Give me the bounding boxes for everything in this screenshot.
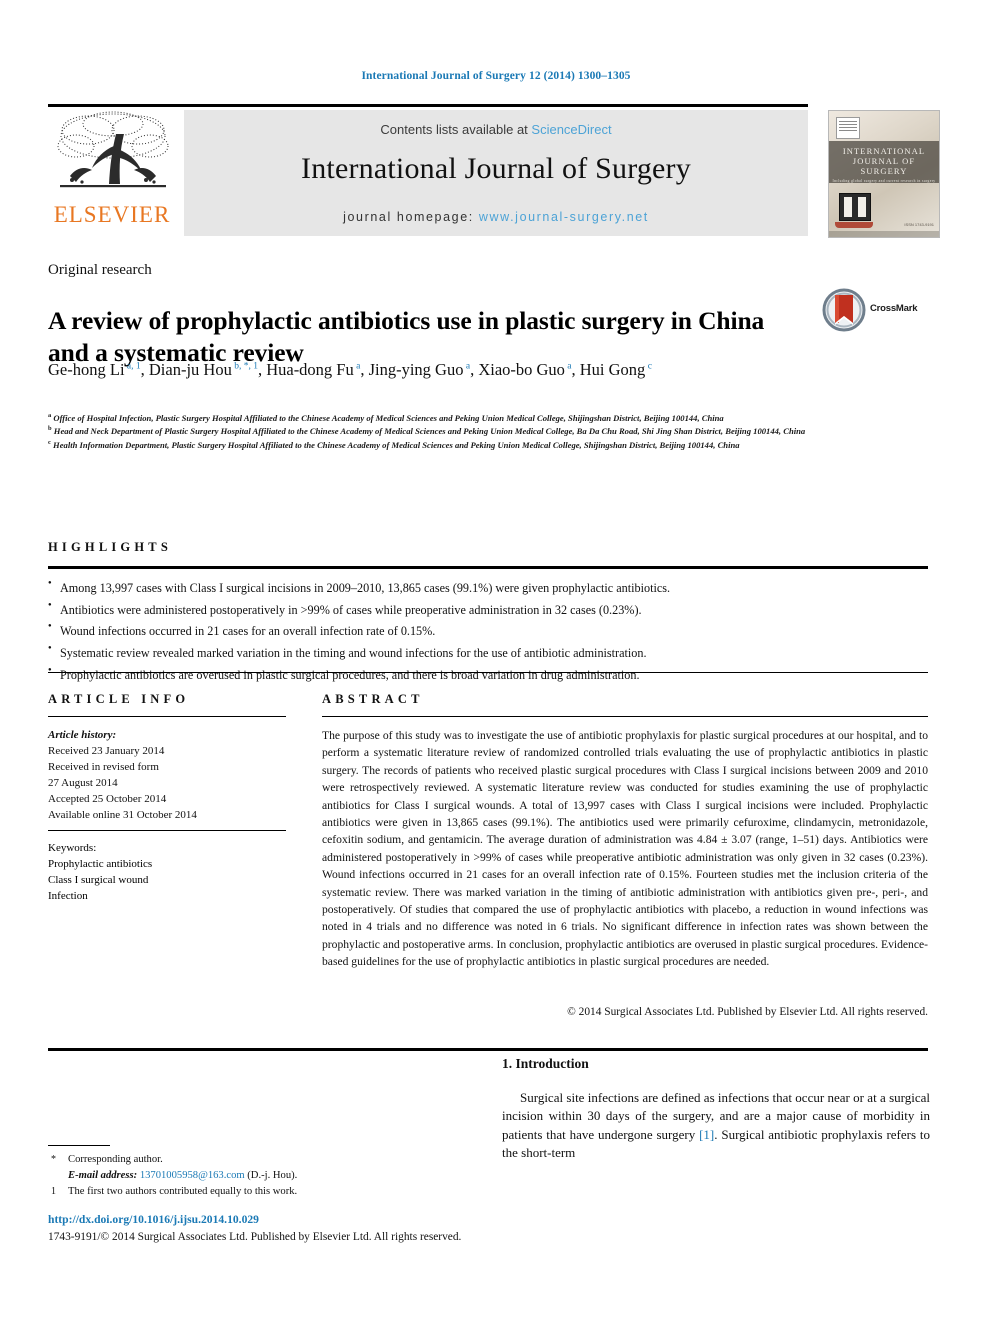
cover-ribbon-icon <box>835 222 873 228</box>
keywords-rule <box>48 830 286 831</box>
affiliation: b Head and Neck Department of Plastic Su… <box>48 425 806 437</box>
article-history-line: Received in revised form <box>48 761 159 774</box>
author-affiliation-mark: a <box>353 361 361 372</box>
journal-homepage-link[interactable]: www.journal-surgery.net <box>479 210 649 224</box>
reference-link-1[interactable]: [1] <box>699 1127 714 1142</box>
keyword: Prophylactic antibiotics <box>48 858 153 871</box>
doi-link[interactable]: http://dx.doi.org/10.1016/j.ijsu.2014.10… <box>48 1213 259 1226</box>
elsevier-logo: ELSEVIER <box>48 110 176 236</box>
article-history-block: Article history: Received 23 January 201… <box>48 727 286 823</box>
abstract-text: The purpose of this study was to investi… <box>322 729 928 969</box>
affiliation-list: a Office of Hospital Infection, Plastic … <box>48 412 928 452</box>
cover-subtitle: Including global surgery and current res… <box>832 179 936 183</box>
author-affiliation-mark: a, 1 <box>124 361 141 372</box>
cover-title-line2: JOURNAL OF SURGERY <box>852 156 916 176</box>
journal-header-box: Contents lists available at ScienceDirec… <box>184 110 808 236</box>
keyword: Class I surgical wound <box>48 874 149 887</box>
introduction-paragraph: Surgical site infections are defined as … <box>502 1089 930 1163</box>
cover-logo-box <box>836 117 860 139</box>
author-name: Ge-hong Li <box>48 360 125 379</box>
cover-bottom-strip <box>829 231 939 237</box>
article-history-line: Available online 31 October 2014 <box>48 809 197 822</box>
affiliation: c Health Information Department, Plastic… <box>48 438 740 450</box>
footnote-block: * Corresponding author. E-mail address: … <box>48 1152 478 1200</box>
contents-available-line: Contents lists available at ScienceDirec… <box>184 122 808 137</box>
crossmark-label: CrossMark <box>870 303 918 314</box>
article-history-line: Accepted 25 October 2014 <box>48 793 167 806</box>
abstract-heading: ABSTRACT <box>322 692 424 706</box>
highlight-item: Systematic review revealed marked variat… <box>48 643 928 665</box>
author-affiliation-mark: a <box>564 361 572 372</box>
cover-title-band: INTERNATIONAL JOURNAL OF SURGERY Includi… <box>829 141 939 183</box>
highlights-bottom-rule <box>48 672 928 673</box>
elsevier-wordmark: ELSEVIER <box>53 202 171 227</box>
article-history-lines: Received 23 January 2014 Received in revi… <box>48 743 286 823</box>
equal-contribution-mark: 1 <box>51 1185 56 1197</box>
abstract-rule <box>322 716 928 717</box>
highlight-item: Antibiotics were administered postoperat… <box>48 600 928 622</box>
keyword: Infection <box>48 890 88 903</box>
highlights-heading: HIGHLIGHTS <box>48 540 172 554</box>
contents-prefix: Contents lists available at <box>380 122 532 137</box>
paper-page: International Journal of Surgery 12 (201… <box>0 0 992 1323</box>
affiliation: a Office of Hospital Infection, Plastic … <box>48 412 724 423</box>
footnote-rule <box>48 1145 110 1146</box>
keywords-heading: Keywords: <box>48 842 97 854</box>
affiliation-mark: a <box>48 412 52 420</box>
author-name: Dian-ju Hou <box>148 360 232 379</box>
article-history-line: 27 August 2014 <box>48 777 118 790</box>
journal-masthead: ELSEVIER Contents lists available at Sci… <box>48 104 944 238</box>
author-name: Jing-ying Guo <box>368 360 464 379</box>
corresponding-author-text: Corresponding author. <box>68 1154 163 1165</box>
highlight-item: Among 13,997 cases with Class I surgical… <box>48 578 928 600</box>
highlights-top-rule <box>48 566 928 569</box>
article-history-line: Received 23 January 2014 <box>48 745 165 758</box>
running-head: International Journal of Surgery 12 (201… <box>361 70 631 82</box>
keywords-block: Keywords: Prophylactic antibiotics Class … <box>48 840 286 904</box>
cover-title-line1: INTERNATIONAL <box>842 146 926 156</box>
copyright-line: © 2014 Surgical Associates Ltd. Publishe… <box>567 1006 928 1018</box>
author-affiliation-mark: a <box>463 361 471 372</box>
article-history-heading: Article history: <box>48 729 117 741</box>
author-affiliation-mark: c <box>645 361 652 372</box>
masthead-top-rule <box>48 104 808 107</box>
homepage-prefix: journal homepage: <box>343 210 479 224</box>
article-info-heading: ARTICLE INFO <box>48 692 190 706</box>
cover-crest-icon <box>839 193 871 221</box>
equal-contribution-footnote: 1 The first two authors contributed equa… <box>48 1184 478 1200</box>
highlight-item: Wound infections occurred in 21 cases fo… <box>48 621 928 643</box>
keywords-lines: Prophylactic antibiotics Class I surgical… <box>48 856 286 904</box>
email-link[interactable]: 13701005958@163.com <box>140 1170 245 1181</box>
equal-contribution-text: The first two authors contributed equall… <box>68 1185 298 1197</box>
email-label: E-mail address: <box>68 1169 138 1181</box>
author-name: Xiao-bo Guo <box>478 360 565 379</box>
sciencedirect-link[interactable]: ScienceDirect <box>531 122 611 137</box>
crossmark-badge[interactable]: CrossMark <box>822 288 930 336</box>
article-type: Original research <box>48 262 152 278</box>
highlight-item: Prophylactic antibiotics are overused in… <box>48 665 928 687</box>
affiliation-mark: c <box>48 438 51 446</box>
introduction-heading: 1. Introduction <box>502 1056 589 1071</box>
body-top-rule <box>48 1048 928 1051</box>
issn-copyright-line: 1743-9191/© 2014 Surgical Associates Ltd… <box>48 1231 462 1243</box>
author-list: Ge-hong Li a, 1, Dian-ju Hou b, *, 1, Hu… <box>48 360 652 379</box>
highlights-list: Among 13,997 cases with Class I surgical… <box>48 578 928 687</box>
cover-issn-text: ISSN 1743-9191 <box>904 222 934 227</box>
article-info-rule <box>48 716 286 717</box>
elsevier-tree-icon <box>57 111 169 188</box>
corresponding-author-mark: * <box>51 1154 56 1165</box>
author-affiliation-mark: b, *, 1 <box>231 361 258 372</box>
email-suffix: (D.-j. Hou). <box>244 1169 298 1181</box>
crossmark-icon <box>822 288 866 332</box>
corresponding-author-footnote: * Corresponding author. E-mail address: … <box>48 1152 478 1184</box>
journal-title: International Journal of Surgery <box>301 152 691 185</box>
author-name: Hua-dong Fu <box>266 360 354 379</box>
author-name: Hui Gong <box>579 360 646 379</box>
journal-homepage-line: journal homepage: www.journal-surgery.ne… <box>184 210 808 224</box>
journal-cover-thumbnail: INTERNATIONAL JOURNAL OF SURGERY Includi… <box>828 110 940 238</box>
affiliation-mark: b <box>48 425 52 433</box>
